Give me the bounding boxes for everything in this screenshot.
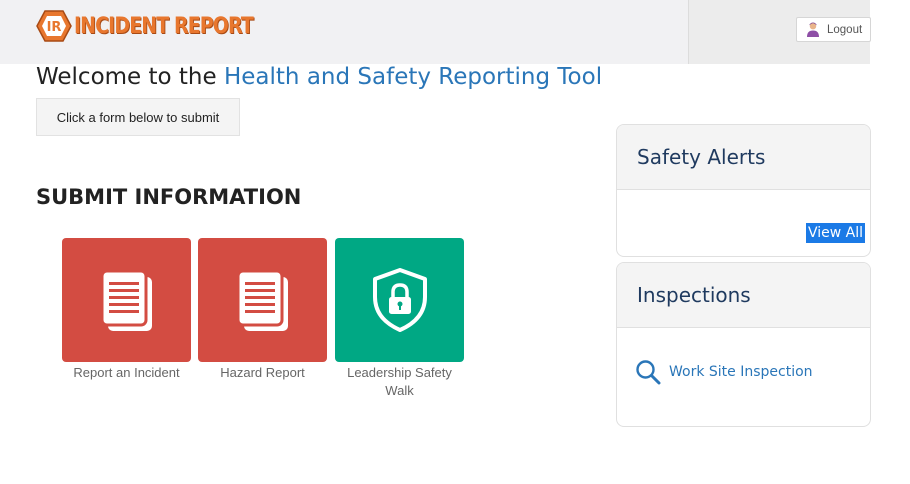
section-title: SUBMIT INFORMATION: [36, 185, 301, 209]
tile-leadership-safety-walk[interactable]: [335, 238, 464, 362]
inspections-panel: Inspections Work Site Inspection: [616, 262, 871, 427]
search-icon: [636, 360, 661, 385]
logo-badge-text: IR: [47, 20, 62, 35]
tile-label[interactable]: Leadership Safety Walk: [335, 364, 464, 400]
welcome-accent: Health and Safety Reporting Tool: [223, 64, 603, 90]
section-title-normal: SUBMIT: [36, 185, 135, 209]
document-icon: [236, 269, 288, 331]
work-site-inspection-link[interactable]: Work Site Inspection: [635, 359, 813, 385]
tile-report-incident[interactable]: [62, 238, 191, 362]
shield-lock-icon: [372, 268, 427, 332]
logo-hexagon-icon: IR: [36, 10, 72, 42]
logout-button[interactable]: Logout: [796, 17, 871, 42]
safety-alerts-title: Safety Alerts: [617, 125, 870, 190]
view-all-button[interactable]: View All: [805, 223, 865, 243]
instruction-box: Click a form below to submit: [36, 98, 240, 136]
welcome-prefix: Welcome to the: [36, 64, 224, 90]
app-logo[interactable]: IR INCIDENT REPORT: [36, 10, 282, 42]
top-bar-edge: [870, 0, 910, 64]
tile-hazard-report[interactable]: [198, 238, 327, 362]
inspections-title: Inspections: [617, 263, 870, 328]
tile-label[interactable]: Hazard Report: [198, 364, 327, 382]
document-icon: [100, 269, 152, 331]
logo-text: INCIDENT REPORT: [74, 13, 254, 39]
safety-alerts-panel: Safety Alerts View All: [616, 124, 871, 257]
user-icon: [807, 22, 819, 37]
tile-label[interactable]: Report an Incident: [62, 364, 191, 382]
logout-label: Logout: [827, 23, 863, 36]
page-title: Welcome to the Health and Safety Reporti…: [36, 64, 602, 90]
instruction-text: Click a form below to submit: [56, 109, 220, 125]
work-site-inspection-label: Work Site Inspection: [669, 364, 813, 380]
section-title-bold: INFORMATION: [134, 185, 302, 209]
